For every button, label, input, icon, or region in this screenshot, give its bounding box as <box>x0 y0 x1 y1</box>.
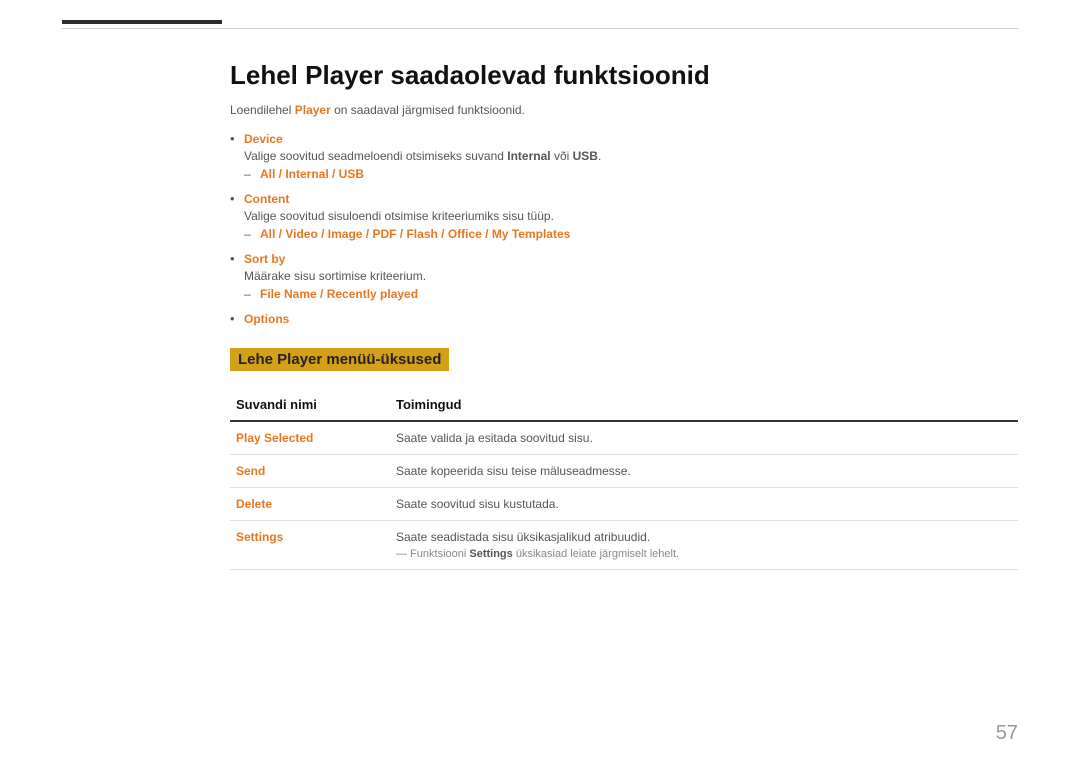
action-play-selected: Saate valida ja esitada soovitud sisu. <box>390 421 1018 455</box>
top-bar <box>62 28 1018 29</box>
term-play-selected: Play Selected <box>230 421 390 455</box>
action-send: Saate kopeerida sisu teise mäluseadmesse… <box>390 455 1018 488</box>
list-item-sortby: Sort by Määrake sisu sortimise kriteeriu… <box>230 251 1018 301</box>
action-delete: Saate soovitud sisu kustutada. <box>390 488 1018 521</box>
col-suvandi: Suvandi nimi <box>230 389 390 421</box>
table-header-row: Suvandi nimi Toimingud <box>230 389 1018 421</box>
section2-heading: Lehe Player menüü-üksused <box>230 348 449 371</box>
col-toimingud: Toimingud <box>390 389 1018 421</box>
intro-suffix: on saadaval järgmised funktsioonid. <box>331 103 525 117</box>
features-list: Device Valige soovitud seadmeloendi otsi… <box>230 131 1018 326</box>
table-row: Send Saate kopeerida sisu teise mälusead… <box>230 455 1018 488</box>
page-number: 57 <box>996 722 1018 745</box>
list-item-device: Device Valige soovitud seadmeloendi otsi… <box>230 131 1018 181</box>
sortby-sub: File Name / Recently played <box>244 287 1018 301</box>
action-settings: Saate seadistada sisu üksikasjalikud atr… <box>390 521 1018 570</box>
device-desc: Valige soovitud seadmeloendi otsimiseks … <box>244 149 1018 163</box>
term-send: Send <box>230 455 390 488</box>
device-term: Device <box>244 132 283 146</box>
sortby-term: Sort by <box>244 252 285 266</box>
content-sub: All / Video / Image / PDF / Flash / Offi… <box>244 227 1018 241</box>
options-term: Options <box>244 312 289 326</box>
table-row: Play Selected Saate valida ja esitada so… <box>230 421 1018 455</box>
term-settings: Settings <box>230 521 390 570</box>
term-delete: Delete <box>230 488 390 521</box>
settings-note: — Funktsiooni Settings üksikasiad leiate… <box>396 548 1012 560</box>
intro-highlight: Player <box>295 103 331 117</box>
device-sub: All / Internal / USB <box>244 167 1018 181</box>
intro-prefix: Loendilehel <box>230 103 295 117</box>
sortby-desc: Määrake sisu sortimise kriteerium. <box>244 269 1018 283</box>
table-row: Settings Saate seadistada sisu üksikasja… <box>230 521 1018 570</box>
page-container: Lehel Player saadaolevad funktsioonid Lo… <box>0 0 1080 763</box>
content-desc: Valige soovitud sisuloendi otsimise krit… <box>244 209 1018 223</box>
list-item-options: Options <box>230 311 1018 326</box>
list-item-content: Content Valige soovitud sisuloendi otsim… <box>230 191 1018 241</box>
table-row: Delete Saate soovitud sisu kustutada. <box>230 488 1018 521</box>
menu-table: Suvandi nimi Toimingud Play Selected Saa… <box>230 389 1018 570</box>
content-term: Content <box>244 192 289 206</box>
main-content: Lehel Player saadaolevad funktsioonid Lo… <box>230 50 1018 580</box>
page-title: Lehel Player saadaolevad funktsioonid <box>230 60 1018 91</box>
intro-paragraph: Loendilehel Player on saadaval järgmised… <box>230 103 1018 117</box>
top-bar-accent <box>62 20 222 24</box>
